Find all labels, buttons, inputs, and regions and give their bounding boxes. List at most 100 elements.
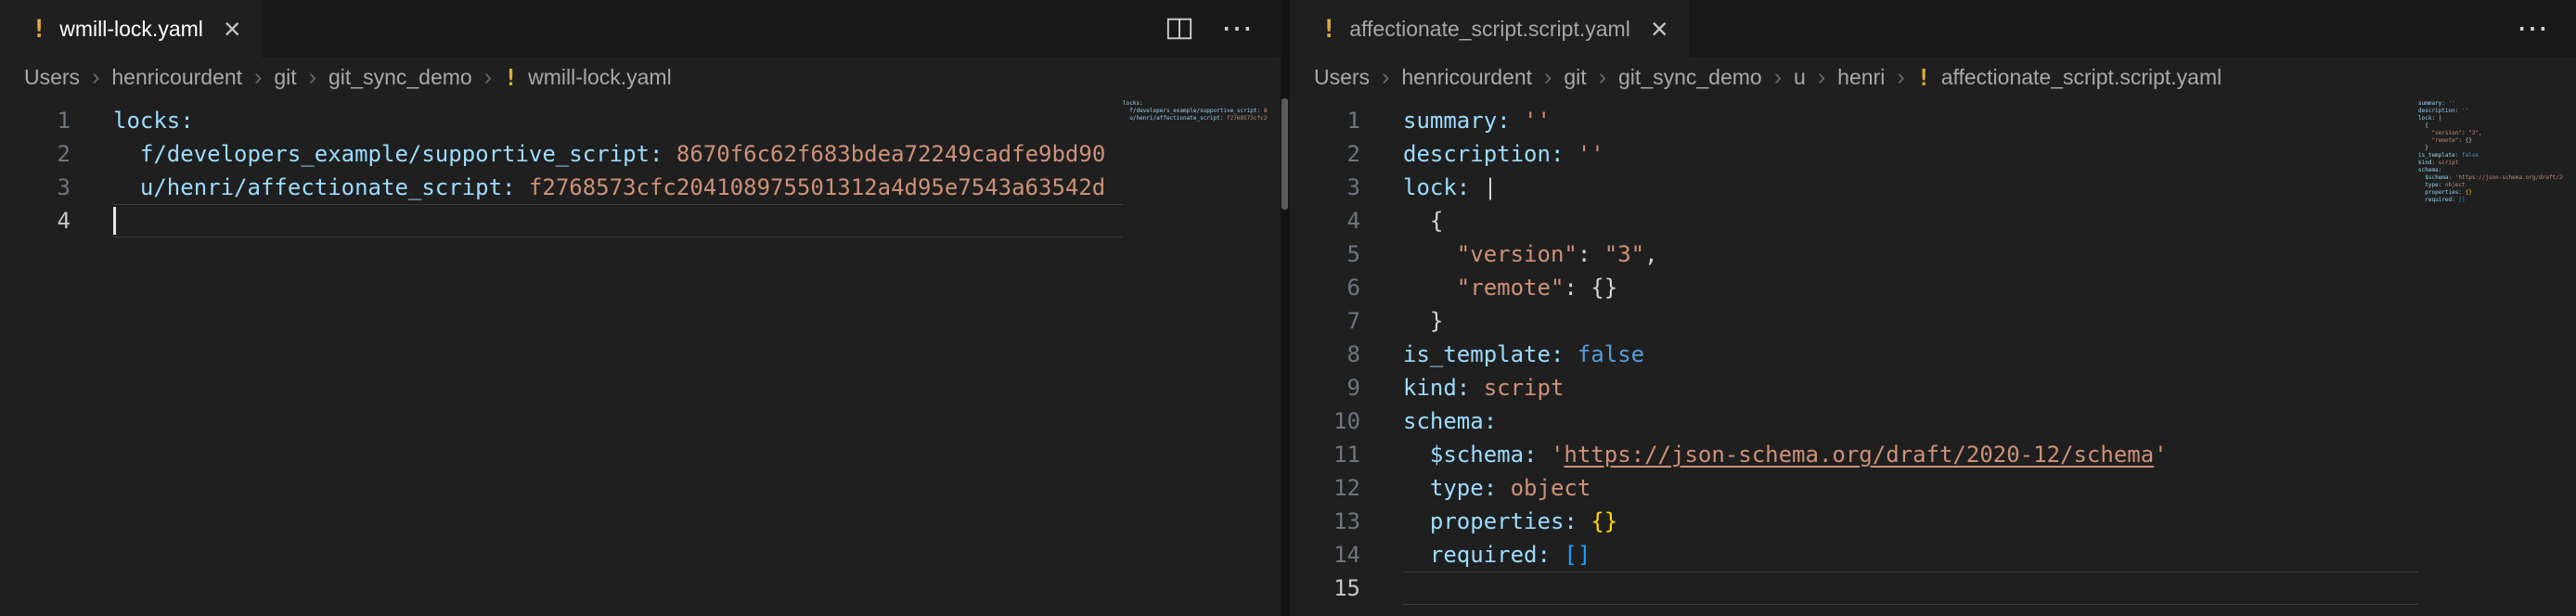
yaml-file-icon: !: [1321, 17, 1336, 42]
code-token: [1403, 442, 1430, 468]
code-line[interactable]: 4: [0, 204, 1123, 237]
line-number: 1: [0, 104, 71, 137]
breadcrumb-item[interactable]: henricourdent: [111, 65, 242, 90]
breadcrumb-separator: ›: [92, 64, 99, 91]
code-line[interactable]: 2description: '': [1290, 137, 2418, 171]
more-actions-icon[interactable]: ⋯: [2517, 13, 2550, 45]
minimap[interactable]: summary: ''description: ''lock: | { "ver…: [2418, 100, 2563, 616]
breadcrumb-file-item[interactable]: !wmill-lock.yaml: [504, 65, 672, 90]
code-line[interactable]: 7 }: [1290, 304, 2418, 338]
code-token: {}: [1591, 275, 1617, 301]
code-line[interactable]: 4 {: [1290, 204, 2418, 237]
code-token: [1403, 275, 1457, 301]
breadcrumb-item[interactable]: u: [1794, 65, 1806, 90]
tab-bar-right: ! affectionate_script.script.yaml × ⋯: [1290, 0, 2576, 58]
breadcrumb-separator: ›: [1774, 64, 1782, 91]
more-actions-icon[interactable]: ⋯: [1221, 13, 1255, 45]
line-number: 14: [1290, 538, 1360, 571]
code-line[interactable]: 10 schema:: [1290, 404, 2418, 438]
yaml-file-icon: !: [32, 17, 46, 42]
yaml-file-icon: !: [1917, 66, 1931, 89]
code-token: [113, 174, 140, 200]
code-token: lock:: [1403, 174, 1470, 200]
code-line[interactable]: 2 f/developers_example/supportive_script…: [0, 137, 1123, 171]
breadcrumb-item[interactable]: git_sync_demo: [1618, 65, 1762, 90]
code-line[interactable]: 3lock: |: [1290, 171, 2418, 204]
breadcrumb-item[interactable]: henricourdent: [1401, 65, 1532, 90]
code-line[interactable]: 3 u/henri/affectionate_script: f2768573c…: [0, 171, 1123, 204]
code-token: :: [1564, 275, 1591, 301]
breadcrumb-file-item[interactable]: !affectionate_script.script.yaml: [1917, 65, 2222, 90]
breadcrumb-file-label: wmill-lock.yaml: [528, 65, 672, 90]
code-area[interactable]: 1 locks: 2 f/developers_example/supportive…: [0, 96, 1123, 616]
line-number: 11: [1290, 438, 1360, 471]
tab-bar-left: ! wmill-lock.yaml × ⋯: [0, 0, 1281, 58]
tab-wmill-lock-yaml[interactable]: ! wmill-lock.yaml ×: [0, 0, 262, 58]
code-token: type:: [1430, 475, 1497, 501]
split-editor-icon[interactable]: [1166, 15, 1193, 43]
line-number: 2: [1290, 137, 1360, 171]
scrollbar-slider[interactable]: [1282, 98, 1288, 210]
code-token: schema:: [1403, 408, 1497, 434]
schema-url-link[interactable]: https://json-schema.org/draft/2020-12/sc…: [1564, 442, 2154, 468]
code-token: [1403, 542, 1430, 568]
tab-affectionate-script-yaml[interactable]: ! affectionate_script.script.yaml ×: [1290, 0, 1689, 58]
line-number: 4: [1290, 204, 1360, 237]
code-line[interactable]: 6 "remote": {}: [1290, 271, 2418, 304]
code-token: description:: [1403, 141, 1564, 167]
code-token: [1403, 475, 1430, 501]
code-line[interactable]: 11 $schema: 'https://json-schema.org/dra…: [1290, 438, 2418, 471]
breadcrumb-item[interactable]: git: [1564, 65, 1586, 90]
code-token: f/developers_example/supportive_script:: [140, 141, 663, 167]
code-line[interactable]: 14 required: []: [1290, 538, 2418, 571]
close-tab-icon[interactable]: ×: [216, 14, 241, 44]
line-number: 6: [1290, 271, 1360, 304]
line-number: 10: [1290, 404, 1360, 438]
close-tab-icon[interactable]: ×: [1643, 14, 1668, 44]
breadcrumb: Users›henricourdent›git›git_sync_demo›u›…: [1290, 58, 2576, 96]
code-token: required:: [1430, 542, 1551, 568]
code-token: f2768573cfc204108975501312a4d95e7543a635…: [515, 174, 1105, 200]
code-line[interactable]: 5 "version": "3",: [1290, 237, 2418, 271]
editor-sash[interactable]: [1281, 0, 1290, 616]
code-token: $schema:: [1430, 442, 1538, 468]
line-number: 5: [1290, 237, 1360, 271]
line-number: 2: [0, 137, 71, 171]
line-number: 8: [1290, 338, 1360, 371]
code-token: []: [1564, 542, 1591, 568]
code-line[interactable]: 1 locks:: [0, 104, 1123, 137]
breadcrumb-item[interactable]: Users: [1314, 65, 1370, 90]
code-token: ': [1538, 442, 1565, 468]
tab-label: affectionate_script.script.yaml: [1349, 17, 1630, 42]
code-area[interactable]: 1summary: ''2 description: '' 3lock: |4 {5…: [1290, 96, 2418, 616]
code-line[interactable]: 12 type: object: [1290, 471, 2418, 505]
code-token: [1403, 508, 1430, 534]
code-line[interactable]: 9kind: script: [1290, 371, 2418, 404]
code-token: locks:: [113, 108, 194, 134]
code-line[interactable]: 13 properties: {}: [1290, 505, 2418, 538]
code-token: '': [1511, 108, 1551, 134]
code-token: object: [1497, 475, 1591, 501]
code-token: "remote": [1457, 275, 1565, 301]
code-token: [1403, 241, 1457, 267]
breadcrumb-item[interactable]: git_sync_demo: [328, 65, 472, 90]
line-number: 13: [1290, 505, 1360, 538]
text-cursor: [113, 207, 116, 235]
breadcrumb-item[interactable]: henri: [1837, 65, 1885, 90]
breadcrumb-item[interactable]: git: [274, 65, 296, 90]
breadcrumb-separator: ›: [1599, 64, 1606, 91]
editor-group-left: ! wmill-lock.yaml × ⋯ Users › henricourden…: [0, 0, 1281, 616]
code-token: kind:: [1403, 375, 1470, 401]
code-line[interactable]: 15: [1290, 571, 2418, 605]
breadcrumb-item[interactable]: Users: [24, 65, 80, 90]
code-token: false: [1564, 341, 1644, 367]
minimap[interactable]: locks: f/developers_example/supportive_s…: [1123, 100, 1268, 616]
code-line[interactable]: 1summary: '': [1290, 104, 2418, 137]
code-token: "version": [1457, 241, 1578, 267]
editor: 1 locks: 2 f/developers_example/supportive…: [0, 96, 1281, 616]
breadcrumb-separator: ›: [484, 64, 492, 91]
editor-area: ! wmill-lock.yaml × ⋯ Users › henricourden…: [0, 0, 2576, 616]
code-token: u/henri/affectionate_script:: [140, 174, 516, 200]
code-line[interactable]: 8is_template: false: [1290, 338, 2418, 371]
code-token: |: [1470, 174, 1497, 200]
